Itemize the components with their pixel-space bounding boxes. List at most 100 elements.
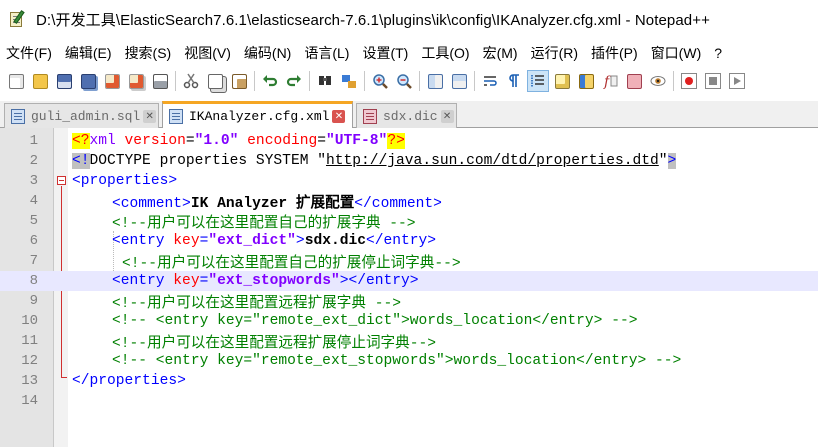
menu-edit[interactable]: 编辑(E) [59, 43, 119, 63]
attr-name: key [164, 273, 200, 289]
play-macro-icon[interactable] [727, 71, 747, 91]
attr-name: encoding [238, 133, 318, 149]
function-list-icon[interactable]: f [600, 71, 620, 91]
fold-toggle-icon[interactable] [57, 176, 66, 185]
menu-bar: 文件(F) 编辑(E) 搜索(S) 视图(V) 编码(N) 语言(L) 设置(T… [0, 40, 818, 66]
toolbar-separator [673, 71, 674, 91]
tab-guli-admin-sql[interactable]: guli_admin.sql ✕ [4, 103, 159, 128]
sync-vertical-icon[interactable] [425, 71, 445, 91]
close-all-icon[interactable] [126, 71, 146, 91]
comment-text: <!--用户可以在这里配置远程扩展停止词字典--> [112, 335, 436, 352]
menu-help[interactable]: ? [708, 45, 729, 61]
code-text: <!DOCTYPE properties SYSTEM "http://java… [72, 153, 677, 169]
menu-settings[interactable]: 设置(T) [356, 43, 415, 63]
menu-search[interactable]: 搜索(S) [119, 43, 179, 63]
attr-name: key [164, 233, 200, 249]
code-text: <entry key="ext_stopwords"></entry> [112, 273, 419, 289]
tag: > [295, 233, 305, 249]
code-text: <?xml version="1.0" encoding="UTF-8"?> [72, 133, 405, 149]
menu-view[interactable]: 视图(V) [178, 43, 238, 63]
replace-icon[interactable] [339, 71, 359, 91]
tab-close-icon[interactable]: ✕ [143, 109, 157, 123]
menu-encoding[interactable]: 编码(N) [238, 43, 298, 63]
menu-language[interactable]: 语言(L) [298, 43, 356, 63]
menu-run[interactable]: 运行(R) [525, 43, 585, 63]
attr-name: version [115, 133, 186, 149]
title-bar: D:\开发工具\ElasticSearch7.6.1\elasticsearch… [0, 0, 818, 38]
cut-icon[interactable] [181, 71, 201, 91]
sync-horizontal-icon[interactable] [449, 71, 469, 91]
menu-window[interactable]: 窗口(W) [645, 43, 709, 63]
toolbar-separator [175, 71, 176, 91]
language-icon[interactable] [552, 71, 572, 91]
doctype-quote: " [658, 153, 668, 169]
tag: <entry [112, 273, 165, 289]
zoom-in-icon[interactable] [370, 71, 390, 91]
editor[interactable]: 1 <?xml version="1.0" encoding="UTF-8"?>… [0, 128, 818, 447]
toolbar-separator [309, 71, 310, 91]
doctype-url-link[interactable]: http://java.sun.com/dtd/properties.dtd [326, 153, 659, 169]
comment-text: <!--用户可以在这里配置自己的扩展字典 --> [112, 215, 416, 232]
line-number: 13 [21, 373, 38, 389]
doctype-close: > [667, 153, 677, 169]
find-icon[interactable] [315, 71, 335, 91]
indent-guide-icon[interactable] [527, 70, 549, 92]
zoom-out-icon[interactable] [394, 71, 414, 91]
open-file-icon[interactable] [30, 71, 50, 91]
comment-text: <!-- <entry key="remote_ext_stopwords">w… [112, 353, 682, 369]
copy-icon[interactable] [205, 71, 225, 91]
code-line: 14 [0, 391, 818, 411]
code-line: 5 <!--用户可以在这里配置自己的扩展字典 --> [0, 211, 818, 232]
tab-label: IKAnalyzer.cfg.xml [189, 109, 330, 124]
line-number: 11 [21, 333, 38, 349]
attr-value: "ext_stopwords" [208, 273, 340, 289]
paste-icon[interactable] [229, 71, 249, 91]
tag: </properties> [72, 373, 186, 389]
attr-value: "UTF-8" [326, 133, 388, 149]
new-file-icon[interactable] [6, 71, 26, 91]
line-number: 14 [21, 393, 38, 409]
redo-icon[interactable] [284, 71, 304, 91]
text-content: IK Analyzer 扩展配置 [190, 195, 355, 212]
line-number: 12 [21, 353, 38, 369]
menu-plugins[interactable]: 插件(P) [585, 43, 645, 63]
file-saved-icon [169, 109, 183, 124]
tab-label: sdx.dic [383, 108, 438, 124]
code-line: 6 <entry key="ext_dict">sdx.dic</entry> [0, 231, 818, 251]
line-number: 4 [29, 193, 38, 209]
menu-file[interactable]: 文件(F) [0, 43, 59, 63]
doc-map-icon[interactable] [576, 71, 596, 91]
tab-ikanalyzer-cfg-xml[interactable]: IKAnalyzer.cfg.xml ✕ [162, 101, 353, 129]
file-modified-icon [363, 108, 377, 124]
save-icon[interactable] [54, 71, 74, 91]
monitoring-icon[interactable] [648, 71, 668, 91]
print-icon[interactable] [150, 71, 170, 91]
tag: </entry> [366, 233, 437, 249]
tag: <entry [112, 233, 165, 249]
folder-workspace-icon[interactable] [624, 71, 644, 91]
line-number: 9 [29, 293, 38, 309]
menu-macro[interactable]: 宏(M) [477, 43, 525, 63]
code-text: <properties> [72, 173, 177, 189]
stop-macro-icon[interactable] [703, 71, 723, 91]
undo-icon[interactable] [260, 71, 280, 91]
show-all-chars-icon[interactable] [504, 71, 524, 91]
close-icon[interactable] [102, 71, 122, 91]
word-wrap-icon[interactable] [480, 71, 500, 91]
attr-value: "ext_dict" [208, 233, 296, 249]
record-macro-icon[interactable] [679, 71, 699, 91]
doctype-text: DOCTYPE properties SYSTEM " [89, 153, 326, 169]
line-number: 10 [21, 313, 38, 329]
menu-tools[interactable]: 工具(O) [415, 43, 476, 63]
tab-close-icon[interactable]: ✕ [332, 110, 346, 123]
tab-close-icon[interactable]: ✕ [440, 109, 454, 123]
code-line: 3 <properties> [0, 171, 818, 191]
line-number: 3 [29, 173, 38, 189]
code-line: 2 <!DOCTYPE properties SYSTEM "http://ja… [0, 151, 818, 171]
tab-sdx-dic[interactable]: sdx.dic ✕ [356, 103, 457, 128]
doctype-open: <! [72, 153, 90, 169]
attr-value: "1.0" [194, 133, 239, 149]
tag: </comment> [354, 195, 442, 212]
line-number: 6 [29, 233, 38, 249]
save-all-icon[interactable] [78, 71, 98, 91]
